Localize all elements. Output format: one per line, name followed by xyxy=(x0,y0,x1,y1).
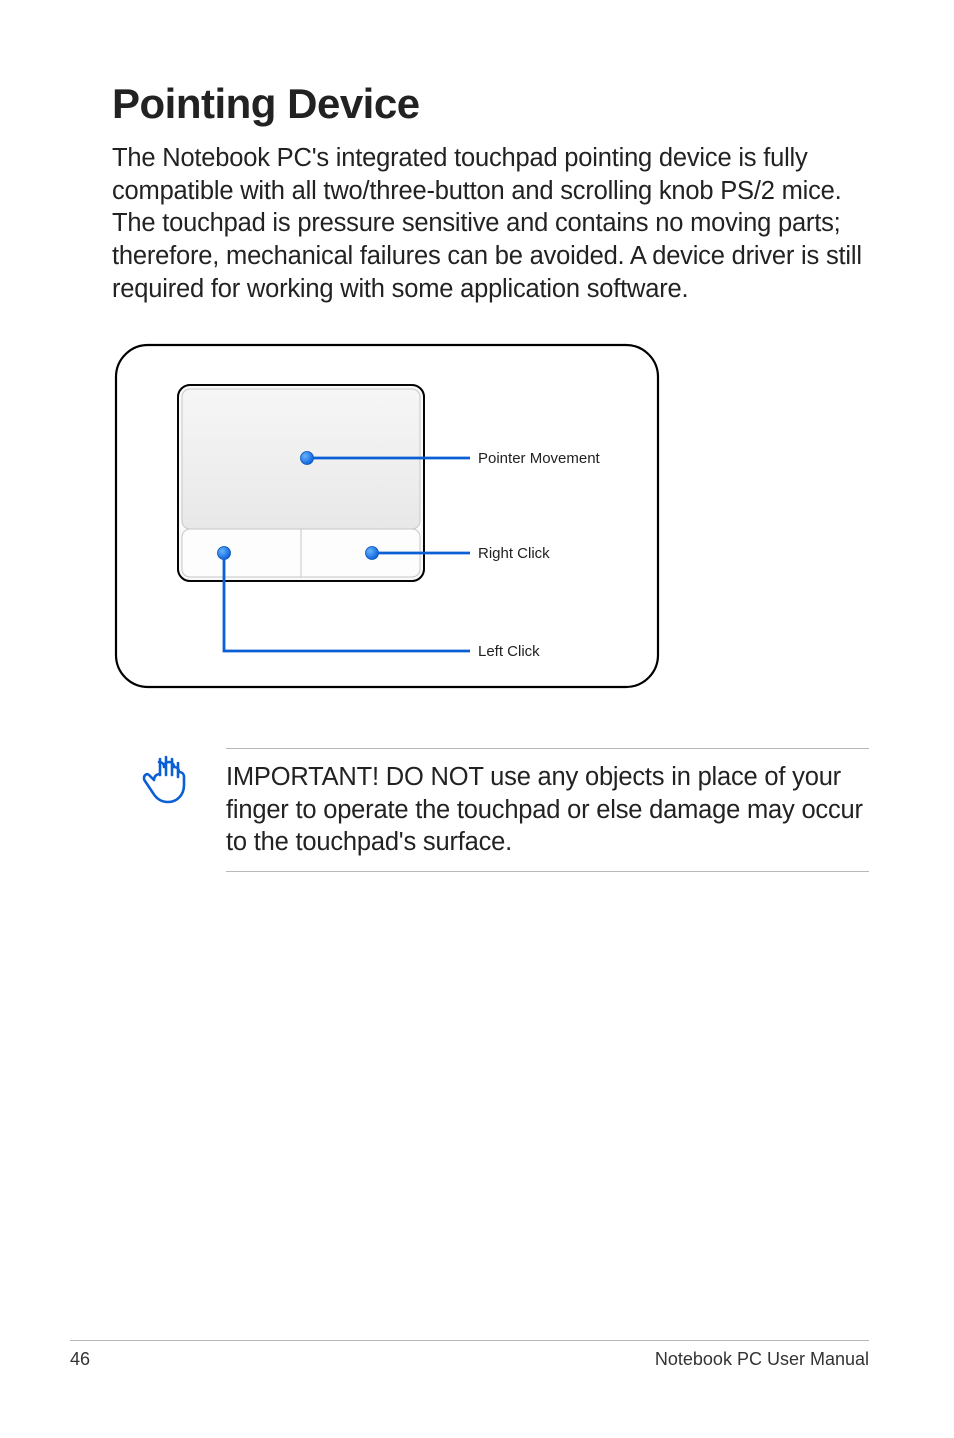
label-left-click: Left Click xyxy=(478,643,540,660)
intro-paragraph: The Notebook PC's integrated touchpad po… xyxy=(112,142,869,305)
label-right-click: Right Click xyxy=(478,545,550,562)
important-notice: IMPORTANT! DO NOT use any objects in pla… xyxy=(226,748,869,872)
page-footer: 46 Notebook PC User Manual xyxy=(70,1340,869,1370)
page-heading: Pointing Device xyxy=(112,80,869,128)
touchpad-diagram: Pointer Movement Right Click Left Click xyxy=(112,341,662,696)
page-number: 46 xyxy=(70,1349,90,1370)
label-pointer-movement: Pointer Movement xyxy=(478,450,601,467)
hand-icon xyxy=(142,752,190,811)
footer-title: Notebook PC User Manual xyxy=(655,1349,869,1370)
